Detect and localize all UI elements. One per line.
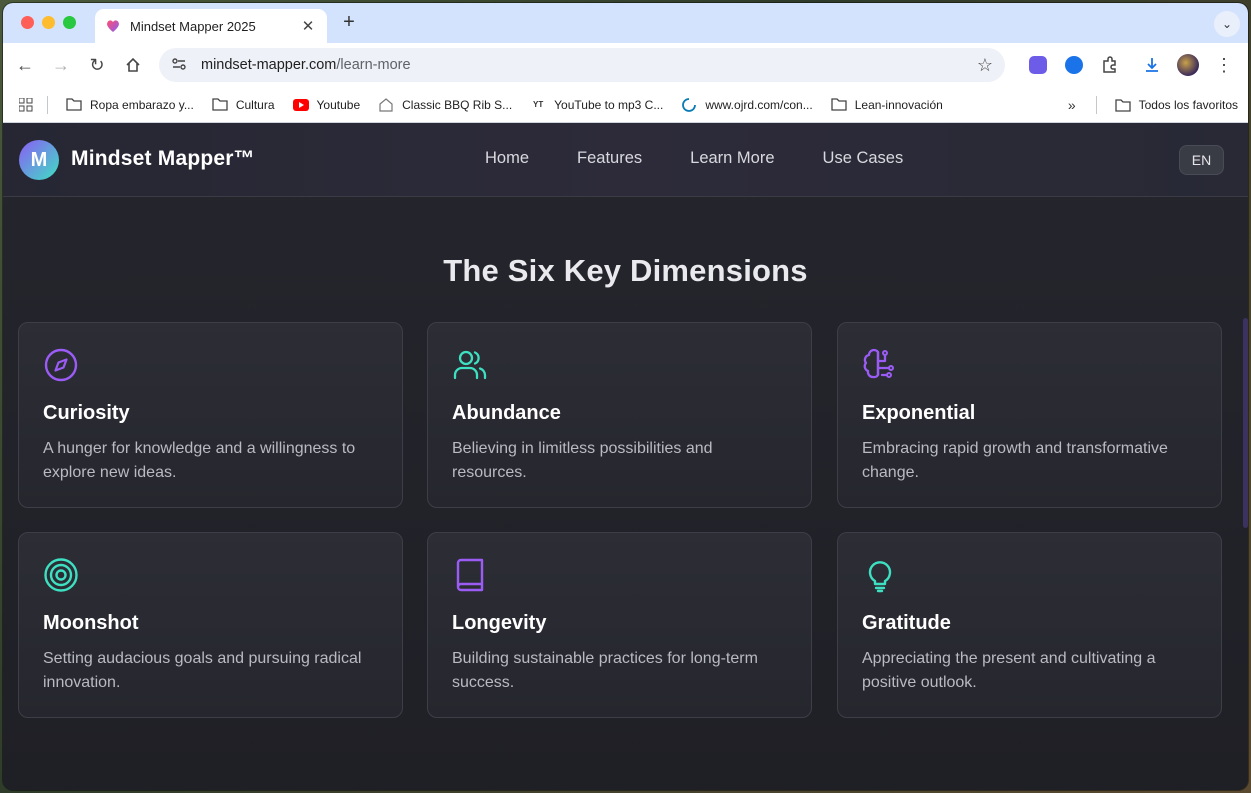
mp3-icon: YT (533, 100, 544, 109)
tab-title: Mindset Mapper 2025 (130, 18, 256, 34)
tab-strip: Mindset Mapper 2025 ✕ + ⌄ (3, 3, 1248, 43)
target-icon (44, 558, 78, 592)
card-description: Appreciating the present and cultivating… (862, 650, 1156, 691)
browser-window: Mindset Mapper 2025 ✕ + ⌄ ← → ↻ mindset-… (3, 3, 1248, 790)
bookmark-star-icon[interactable]: ☆ (977, 55, 993, 76)
home-button[interactable] (115, 47, 151, 83)
dimension-card-gratitude: Gratitude Appreciating the present and c… (837, 532, 1222, 718)
dimension-card-curiosity: Curiosity A hunger for knowledge and a w… (18, 322, 403, 508)
folder-icon (831, 98, 847, 112)
bookmarks-right: » Todos los favoritos (1068, 87, 1238, 123)
bookmark-label: Youtube (316, 97, 361, 112)
extensions-area: ⋮ (1022, 43, 1248, 87)
profile-avatar[interactable] (1172, 49, 1204, 81)
browser-toolbar: ← → ↻ mindset-mapper.com/learn-more ☆ ⋮ (3, 43, 1248, 87)
scrollbar-thumb[interactable] (1243, 318, 1248, 528)
maximize-window-button[interactable] (63, 16, 76, 29)
extension-blue-button[interactable] (1058, 49, 1090, 81)
more-bookmarks-icon[interactable]: » (1068, 97, 1076, 113)
url-text: mindset-mapper.com/learn-more (201, 57, 977, 73)
bookmark-item[interactable]: Youtube (292, 97, 361, 112)
youtube-icon (292, 98, 309, 112)
site-icon (378, 97, 394, 112)
close-window-button[interactable] (21, 16, 34, 29)
heart-favicon-icon (107, 20, 119, 32)
nav-use-cases[interactable]: Use Cases (823, 149, 904, 168)
site-header: M Mindset Mapper™ Home Features Learn Mo… (3, 123, 1248, 197)
book-icon (456, 558, 484, 592)
bookmark-label: Ropa embarazo y... (90, 97, 194, 112)
tab-search-button[interactable]: ⌄ (1214, 11, 1240, 37)
bookmark-separator (47, 95, 48, 114)
extension-purple-button[interactable] (1022, 49, 1054, 81)
nav-learn-more[interactable]: Learn More (690, 149, 774, 168)
new-tab-button[interactable]: + (337, 11, 361, 34)
bookmark-label: Cultura (235, 97, 275, 112)
url-host: mindset-mapper.com (201, 57, 337, 73)
dimension-card-exponential: Exponential Embracing rapid growth and t… (837, 322, 1222, 508)
download-icon[interactable] (1136, 49, 1168, 81)
forward-button[interactable]: → (43, 47, 79, 83)
card-description: A hunger for knowledge and a willingness… (43, 440, 356, 481)
extensions-puzzle-icon[interactable] (1094, 49, 1126, 81)
address-bar[interactable]: mindset-mapper.com/learn-more ☆ (159, 48, 1005, 82)
folder-icon (212, 98, 228, 112)
back-button[interactable]: ← (7, 47, 43, 83)
nav-features[interactable]: Features (577, 149, 642, 168)
card-description: Embracing rapid growth and transformativ… (862, 440, 1168, 481)
bookmark-separator (1095, 96, 1097, 114)
card-description: Believing in limitless possibilities and… (452, 440, 713, 481)
compass-icon (44, 348, 78, 382)
brain-icon (863, 348, 894, 379)
browser-tab[interactable]: Mindset Mapper 2025 ✕ (95, 9, 327, 43)
card-title: Gratitude (862, 612, 951, 634)
bookmark-item[interactable]: YT YouTube to mp3 C... (530, 98, 663, 112)
bookmark-item[interactable]: Classic BBQ Rib S... (378, 98, 512, 112)
bookmark-label: Classic BBQ Rib S... (402, 97, 513, 112)
card-title: Curiosity (43, 402, 130, 424)
card-description: Setting audacious goals and pursuing rad… (43, 650, 362, 691)
window-controls (21, 16, 76, 29)
brand-name[interactable]: Mindset Mapper™ (71, 147, 255, 171)
users-icon (453, 350, 487, 380)
browser-menu-icon[interactable]: ⋮ (1208, 49, 1240, 81)
card-title: Abundance (452, 402, 561, 424)
lightbulb-icon (868, 561, 892, 593)
bookmark-label: YouTube to mp3 C... (554, 97, 664, 112)
reload-button[interactable]: ↻ (79, 47, 115, 83)
bookmark-item[interactable]: www.ojrd.com/con... (681, 97, 813, 112)
card-title: Exponential (862, 402, 976, 424)
logo-icon[interactable]: M (19, 140, 59, 180)
home-icon (126, 57, 140, 72)
minimize-window-button[interactable] (42, 16, 55, 29)
loading-icon (681, 97, 697, 112)
main-nav: Home Features Learn More Use Cases (485, 149, 951, 168)
all-bookmarks-folder[interactable]: Todos los favoritos (1114, 98, 1238, 112)
nav-home[interactable]: Home (485, 149, 529, 168)
site-settings-icon[interactable] (171, 56, 191, 75)
bookmark-item[interactable]: Ropa embarazo y... (66, 98, 194, 112)
dimension-card-abundance: Abundance Believing in limitless possibi… (427, 322, 812, 508)
folder-icon (1114, 98, 1131, 112)
bookmark-label: www.ojrd.com/con... (705, 97, 813, 112)
card-title: Longevity (452, 612, 547, 634)
bookmark-item[interactable]: Lean-innovación (831, 98, 943, 112)
card-title: Moonshot (43, 612, 139, 634)
apps-grid-icon[interactable] (19, 97, 33, 112)
folder-icon (66, 98, 82, 112)
dimension-card-longevity: Longevity Building sustainable practices… (427, 532, 812, 718)
bookmark-item[interactable]: Cultura (212, 98, 275, 112)
dimension-card-moonshot: Moonshot Setting audacious goals and pur… (18, 532, 403, 718)
web-page: M Mindset Mapper™ Home Features Learn Mo… (3, 123, 1248, 790)
url-path: /learn-more (336, 57, 411, 73)
close-tab-icon[interactable]: ✕ (299, 17, 317, 35)
card-description: Building sustainable practices for long-… (452, 650, 758, 691)
section-title: The Six Key Dimensions (443, 253, 808, 288)
bookmark-label: Todos los favoritos (1138, 98, 1238, 112)
bookmark-label: Lean-innovación (854, 97, 943, 112)
language-button[interactable]: EN (1179, 145, 1224, 175)
bookmarks-bar: Ropa embarazo y... Cultura Youtube Class… (3, 87, 1248, 123)
